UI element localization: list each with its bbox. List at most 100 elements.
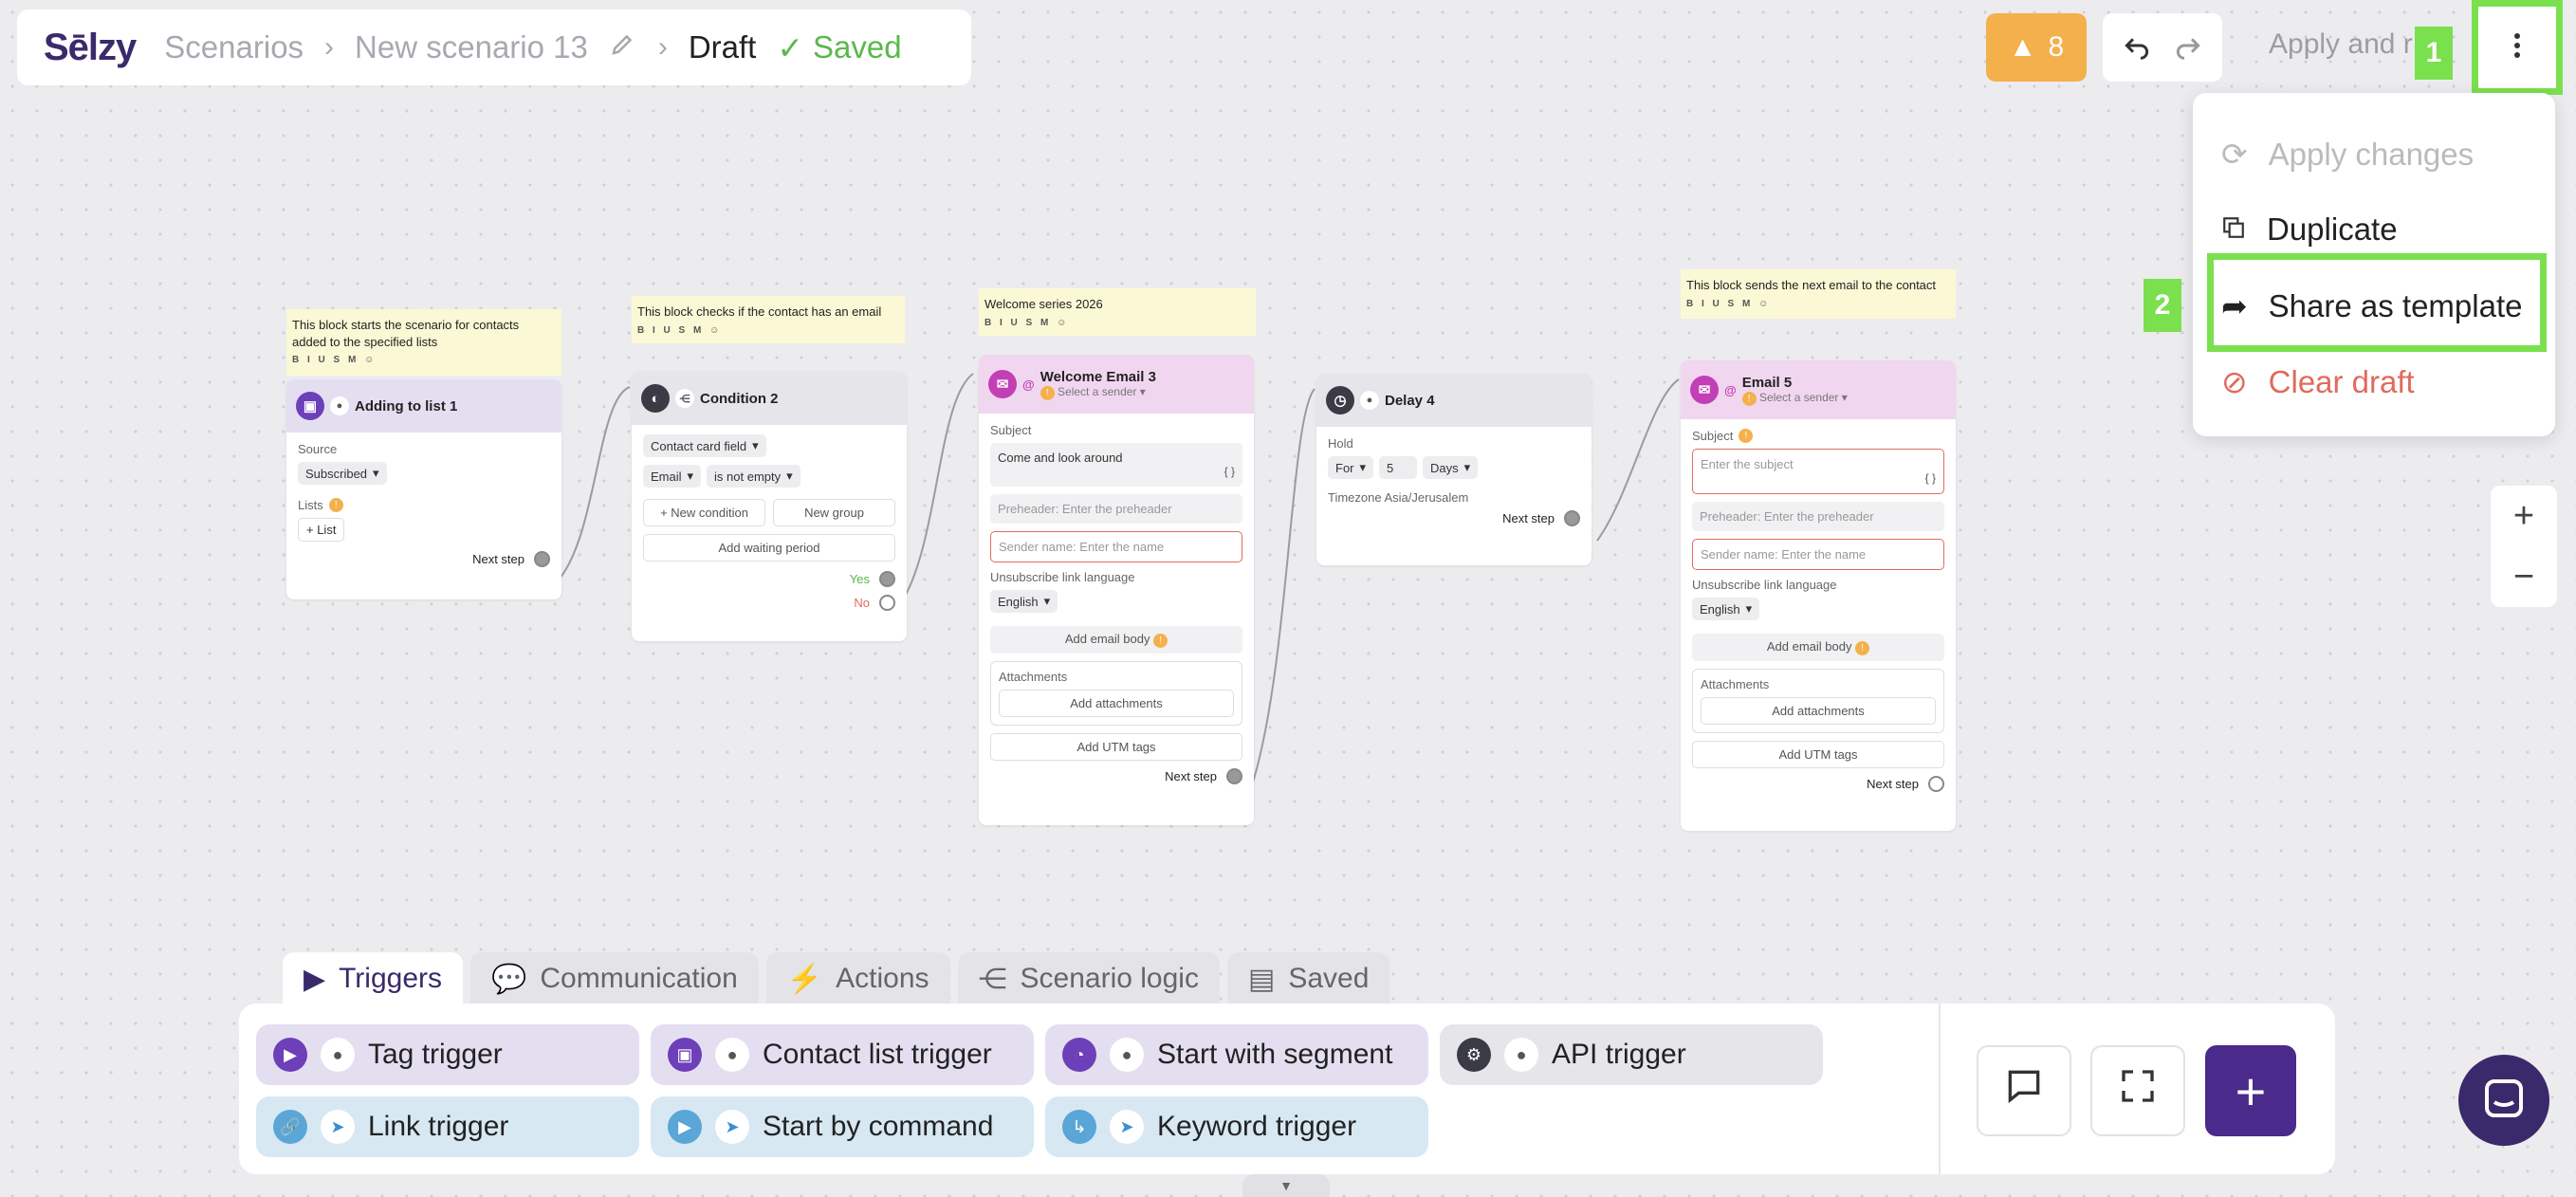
next-step: Next step (1692, 776, 1944, 792)
yes-port[interactable] (879, 571, 895, 587)
attachments-section: Attachments Add attachments (990, 661, 1242, 726)
block-adding-to-list[interactable]: ▣ ● Adding to list 1 Source Subscribed ▾… (286, 379, 561, 599)
sender-select[interactable]: ! Select a sender ▾ (1040, 385, 1156, 400)
sender-name-field[interactable]: Sender name: Enter the name (1692, 539, 1944, 570)
tab-scenario-logic[interactable]: ⋲ Scenario logic (957, 952, 1220, 1005)
block-title: Welcome Email 3 (1040, 368, 1156, 385)
source-label: Source (298, 442, 338, 456)
warning-icon: ! (328, 498, 343, 512)
note-toolbar[interactable]: B I U S M ☺ (1686, 298, 1950, 311)
block-title: Delay 4 (1385, 392, 1435, 409)
sender-name-field[interactable]: Sender name: Enter the name (990, 531, 1242, 562)
block-email-5[interactable]: ✉ @ Email 5 ! Select a sender ▾ Subject!… (1681, 360, 1956, 831)
add-utm-tags-button[interactable]: Add UTM tags (990, 733, 1242, 761)
support-chat-button[interactable] (2458, 1055, 2549, 1146)
play-icon: ▶ (668, 1110, 702, 1144)
chat-icon (2481, 1076, 2527, 1126)
block-delay[interactable]: ◷ ● Delay 4 Hold For ▾ 5 Days ▾ Timezone… (1316, 374, 1592, 565)
person-icon: ● (715, 1038, 749, 1072)
panel-divider (1939, 1004, 1941, 1174)
envelope-icon: ✉ (988, 370, 1017, 398)
block-header: ✉ @ Email 5 ! Select a sender ▾ (1681, 360, 1956, 419)
subfield-select[interactable]: Email ▾ (643, 465, 702, 488)
list-lock-icon: ▣ (296, 392, 324, 420)
note-text: Welcome series 2026 (984, 297, 1103, 311)
contact-list-trigger[interactable]: ▣ ● Contact list trigger (651, 1024, 1034, 1085)
fullscreen-button[interactable] (2090, 1045, 2185, 1136)
settings-icon: ● (1504, 1038, 1538, 1072)
language-select[interactable]: English ▾ (990, 590, 1058, 613)
api-trigger[interactable]: ⚙ ● API trigger (1440, 1024, 1823, 1085)
operator-select[interactable]: is not empty ▾ (707, 465, 800, 488)
tag-trigger[interactable]: ▶ ● Tag trigger (256, 1024, 639, 1085)
palette-tabs: ▶ Triggers 💬 Communication ⚡ Actions ⋲ Scena… (283, 952, 1390, 1005)
subject-label: Subject! (1692, 429, 1944, 443)
sender-select[interactable]: ! Select a sender ▾ (1741, 391, 1848, 406)
subject-field[interactable]: Enter the subject { } (1692, 449, 1944, 494)
subject-field[interactable]: Come and look around { } (990, 443, 1242, 487)
new-condition-button[interactable]: + New condition (643, 499, 765, 526)
note-email5[interactable]: This block sends the next email to the c… (1681, 269, 1956, 319)
add-attachments-button[interactable]: Add attachments (1701, 697, 1936, 725)
add-email-body-button[interactable]: Add email body ! (990, 626, 1242, 654)
settings-icon: ● (1360, 391, 1379, 410)
note-text: This block sends the next email to the c… (1686, 278, 1937, 292)
person-icon: ● (321, 1038, 355, 1072)
tab-triggers[interactable]: ▶ Triggers (283, 952, 463, 1005)
next-step-port[interactable] (1226, 768, 1242, 784)
link-trigger[interactable]: 🔗 ➤ Link trigger (256, 1096, 639, 1157)
next-step-port[interactable] (1564, 510, 1580, 526)
note-condition[interactable]: This block checks if the contact has an … (632, 296, 905, 343)
tab-saved[interactable]: ▤ Saved (1226, 952, 1390, 1005)
for-select[interactable]: For ▾ (1328, 456, 1374, 479)
comment-button[interactable] (1977, 1045, 2071, 1136)
note-toolbar[interactable]: B I U S M ☺ (637, 324, 899, 338)
clock-icon: ◷ (1326, 386, 1354, 414)
next-step: Next step (298, 551, 550, 567)
note-toolbar[interactable]: B I U S M ☺ (292, 354, 556, 367)
language-select[interactable]: English ▾ (1692, 598, 1760, 620)
envelope-icon: ✉ (1690, 376, 1719, 404)
plus-icon: + (2235, 1060, 2267, 1121)
next-step-port[interactable] (534, 551, 550, 567)
tab-actions[interactable]: ⚡ Actions (765, 952, 950, 1005)
palette-collapse-handle[interactable]: ▼ (1242, 1174, 1330, 1197)
amount-input[interactable]: 5 (1379, 456, 1418, 479)
telegram-icon: ➤ (1110, 1110, 1144, 1144)
condition-icon: ◐ (641, 384, 670, 413)
person-icon: ● (330, 396, 349, 415)
keyword-trigger[interactable]: ↳ ➤ Keyword trigger (1045, 1096, 1428, 1157)
add-list-button[interactable]: + List (298, 518, 345, 542)
person-icon: ● (1110, 1038, 1144, 1072)
no-port[interactable] (879, 595, 895, 611)
start-by-command-trigger[interactable]: ▶ ➤ Start by command (651, 1096, 1034, 1157)
attachments-section: Attachments Add attachments (1692, 669, 1944, 733)
preheader-field[interactable]: Preheader: Enter the preheader (990, 494, 1242, 524)
block-condition[interactable]: ◐ ⋲ Condition 2 Contact card field ▾ Ema… (632, 372, 907, 641)
next-step-port[interactable] (1928, 776, 1944, 792)
unit-select[interactable]: Days ▾ (1423, 456, 1479, 479)
note-toolbar[interactable]: B I U S M ☺ (984, 317, 1250, 330)
fullscreen-icon (2119, 1067, 2157, 1114)
new-group-button[interactable]: New group (773, 499, 895, 526)
at-icon: @ (1022, 377, 1035, 392)
block-title: Adding to list 1 (355, 397, 458, 414)
add-waiting-period-button[interactable]: Add waiting period (643, 534, 895, 562)
preheader-field[interactable]: Preheader: Enter the preheader (1692, 502, 1944, 531)
block-header: ▣ ● Adding to list 1 (286, 379, 561, 433)
start-with-segment-trigger[interactable]: ◔ ● Start with segment (1045, 1024, 1428, 1085)
block-header: ◷ ● Delay 4 (1316, 374, 1592, 427)
tab-communication[interactable]: 💬 Communication (470, 952, 759, 1005)
block-welcome-email[interactable]: ✉ @ Welcome Email 3 ! Select a sender ▾ … (979, 355, 1254, 825)
note-list[interactable]: This block starts the scenario for conta… (286, 309, 561, 376)
add-attachments-button[interactable]: Add attachments (999, 690, 1234, 717)
add-utm-tags-button[interactable]: Add UTM tags (1692, 741, 1944, 768)
block-header: ◐ ⋲ Condition 2 (632, 372, 907, 425)
attachments-label: Attachments (999, 670, 1068, 684)
add-block-button[interactable]: + (2205, 1045, 2296, 1136)
add-email-body-button[interactable]: Add email body ! (1692, 634, 1944, 661)
source-select[interactable]: Subscribed ▾ (298, 462, 387, 485)
next-step: Next step (990, 768, 1242, 784)
note-email3[interactable]: Welcome series 2026 B I U S M ☺ (979, 288, 1256, 336)
field-select[interactable]: Contact card field ▾ (643, 434, 766, 457)
